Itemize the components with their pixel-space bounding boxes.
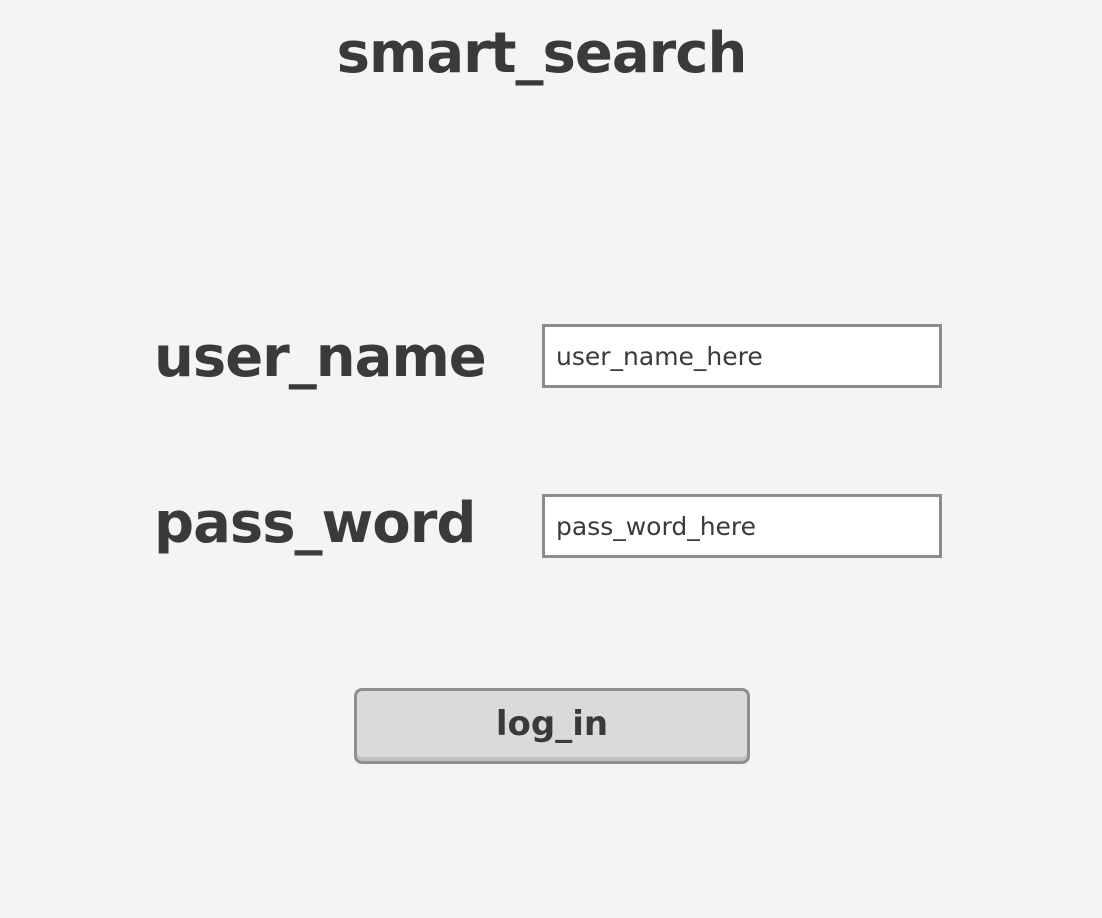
username-input[interactable]: [542, 324, 942, 388]
page-title: smart_search: [336, 21, 748, 86]
password-label: pass_word: [154, 491, 476, 556]
password-input[interactable]: [542, 494, 942, 558]
login-button[interactable]: log_in: [354, 688, 750, 764]
username-label: user_name: [154, 325, 487, 390]
